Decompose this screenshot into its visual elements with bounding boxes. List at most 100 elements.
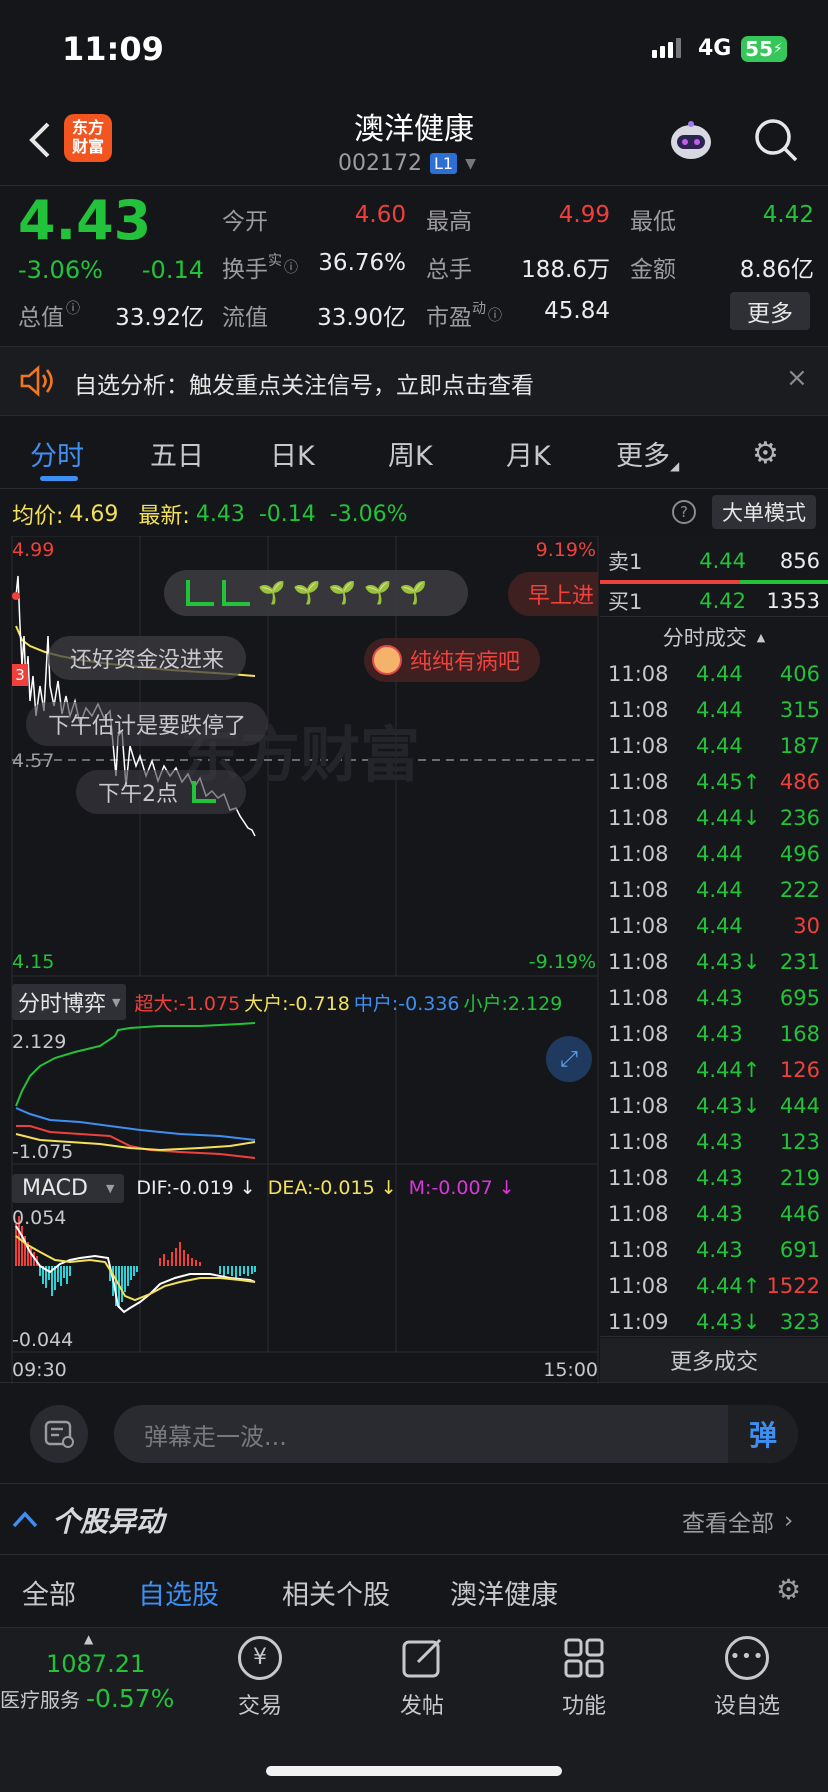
trade-volume: 444: [779, 1094, 820, 1118]
float-cap-value: 33.90亿: [317, 305, 406, 331]
trade-volume: 496: [779, 842, 820, 866]
tab-daily-k[interactable]: 日K: [270, 434, 315, 473]
trade-volume: 323: [779, 1310, 820, 1334]
macd-y-min: -0.044: [12, 1329, 73, 1351]
tab-intraday[interactable]: 分时: [30, 434, 84, 473]
tab-weekly-k[interactable]: 周K: [388, 434, 433, 473]
y-min-label: 4.15: [12, 951, 54, 973]
game-panel-header: 分时博弈 ▼ 超大:-1.075 大户:-0.718 中户:-0.336 小户:2…: [12, 984, 562, 1020]
danmaku-input[interactable]: 弹幕走一波... 弹: [114, 1405, 798, 1463]
sell-1-row: 卖1 4.44 856: [608, 549, 820, 574]
robot-assistant-icon[interactable]: [668, 118, 714, 162]
danmaku-bubble[interactable]: 下午2点: [76, 770, 246, 814]
trade-row: 11:08 4.44 496: [608, 836, 820, 872]
sector-index[interactable]: ▲ 1087.21 医疗服务 -0.57%: [0, 1628, 180, 1738]
trade-volume: 231: [779, 950, 820, 974]
quote-panel: 4.43 -3.06% -0.14 今开 4.60 最高 4.99 最低 4.4…: [0, 186, 828, 346]
market-cap-label[interactable]: 总值 ⓘ: [18, 298, 80, 332]
danmaku-bubble[interactable]: 早上进: [508, 572, 598, 616]
left-edge-tag: 3: [12, 664, 28, 686]
tab-all[interactable]: 全部: [22, 1573, 76, 1612]
info-icon: ⓘ: [66, 301, 80, 317]
danmaku-emoji-bubble[interactable]: 🌱 🌱 🌱 🌱 🌱: [164, 570, 468, 616]
macd-m: M:-0.007 ↓: [408, 1177, 515, 1199]
macd-selector[interactable]: MACD ▼: [12, 1173, 125, 1203]
tab-monthly-k[interactable]: 月K: [506, 434, 551, 473]
more-quote-button[interactable]: 更多: [730, 292, 810, 330]
tab-more[interactable]: 更多 ◢: [616, 434, 679, 473]
triangle-up-icon: ▲: [84, 1632, 94, 1646]
expand-icon[interactable]: ⤢: [546, 1036, 592, 1082]
large-label: 大户:-0.718: [244, 992, 350, 1015]
trade-price: 4.44: [696, 914, 743, 938]
settings-gear-icon[interactable]: ⚙: [752, 436, 779, 471]
trades-title[interactable]: 分时成交 ▲: [600, 622, 828, 652]
trade-time: 11:08: [608, 986, 669, 1010]
trade-volume: 222: [779, 878, 820, 902]
period-tabs: 分时 五日 日K 周K 月K 更多 ◢ ⚙: [0, 416, 828, 488]
more-trades-button[interactable]: 更多成交: [600, 1338, 828, 1382]
trade-row: 11:09 4.43↓ 323: [608, 1304, 820, 1340]
trade-price: 4.43↓: [696, 1094, 761, 1118]
trade-time: 11:08: [608, 770, 669, 794]
time-end-label: 15:00: [543, 1359, 598, 1381]
battery-level: 55: [745, 37, 773, 61]
trade-volume: 1522: [766, 1274, 820, 1298]
trade-time: 11:08: [608, 878, 669, 902]
order-book: 卖1 4.44 856 买1 4.42 1353 分时成交 ▲ 11:08 4.44…: [600, 536, 828, 1382]
post-button[interactable]: 发帖: [382, 1636, 462, 1736]
view-all-link[interactable]: 查看全部 ›: [682, 1504, 793, 1538]
chevron-up-icon[interactable]: [10, 1504, 40, 1534]
trade-price: 4.43: [696, 1202, 743, 1226]
comment-bar: 弹幕走一波... 弹: [0, 1383, 828, 1483]
function-button[interactable]: 功能: [544, 1636, 624, 1736]
game-selector[interactable]: 分时博弈 ▼: [12, 984, 127, 1020]
pe-label[interactable]: 市盈动 ⓘ: [426, 298, 502, 332]
trade-volume: 126: [779, 1058, 820, 1082]
trade-row: 11:08 4.44 315: [608, 692, 820, 728]
notice-text: 自选分析：触发重点关注信号，立即点击查看: [74, 373, 534, 399]
tab-five-day[interactable]: 五日: [150, 434, 204, 473]
macd-histogram: [15, 1216, 256, 1308]
trade-row: 11:08 4.43 168: [608, 1016, 820, 1052]
trade-row: 11:08 4.44 222: [608, 872, 820, 908]
trade-time: 11:08: [608, 1094, 669, 1118]
trade-price: 4.44↑: [696, 1058, 761, 1082]
info-icon: ⓘ: [488, 308, 502, 324]
macd-y-max: 0.054: [12, 1207, 66, 1229]
trade-price: 4.43: [696, 1238, 743, 1262]
trade-button[interactable]: ¥ 交易: [220, 1636, 300, 1736]
latest-percent: -3.06%: [329, 501, 408, 527]
search-icon[interactable]: [752, 116, 800, 164]
tab-related-stocks[interactable]: 相关个股: [282, 1573, 390, 1612]
danmaku-bubble[interactable]: 下午估计是要跌停了: [26, 702, 269, 746]
trade-price: 4.44: [696, 734, 743, 758]
tab-this-stock[interactable]: 澳洋健康: [450, 1573, 558, 1612]
settings-gear-icon[interactable]: ⚙: [776, 1573, 801, 1606]
send-danmaku-button[interactable]: 弹: [728, 1405, 798, 1463]
stock-code-selector[interactable]: 002172 L1 ▼: [338, 151, 476, 176]
danmaku-placeholder: 弹幕走一波...: [144, 1422, 287, 1451]
latest-change: -0.14: [258, 501, 316, 527]
trade-row: 11:08 4.44 30: [608, 908, 820, 944]
danmaku-settings-icon[interactable]: [30, 1405, 88, 1463]
danmaku-bubble[interactable]: 还好资金没进来: [48, 636, 247, 680]
leek-emoji-icon: 🌱: [293, 580, 321, 606]
add-watchlist-button[interactable]: ••• 设自选: [702, 1636, 792, 1736]
high-label: 最高: [426, 209, 472, 235]
big-order-mode-button[interactable]: 大单模式: [712, 495, 816, 529]
help-icon[interactable]: ?: [672, 500, 696, 524]
close-icon[interactable]: ×: [786, 363, 808, 393]
corner-arrow-icon: ◢: [670, 459, 680, 473]
trade-row: 11:08 4.43↓ 444: [608, 1088, 820, 1124]
volume-value: 188.6万: [521, 257, 610, 283]
turnover-label[interactable]: 换手实 ⓘ: [222, 250, 298, 284]
pct-max-label: 9.19%: [536, 539, 596, 561]
notice-banner[interactable]: 自选分析：触发重点关注信号，立即点击查看 ×: [0, 347, 828, 415]
latest-price: 4.43: [195, 501, 245, 527]
danmaku-bubble[interactable]: 纯纯有病吧: [364, 638, 541, 682]
speaker-icon: [18, 365, 54, 397]
leek-emoji-icon: 🌱: [364, 580, 392, 606]
trade-time: 11:08: [608, 698, 669, 722]
tab-watchlist[interactable]: 自选股: [138, 1573, 219, 1612]
